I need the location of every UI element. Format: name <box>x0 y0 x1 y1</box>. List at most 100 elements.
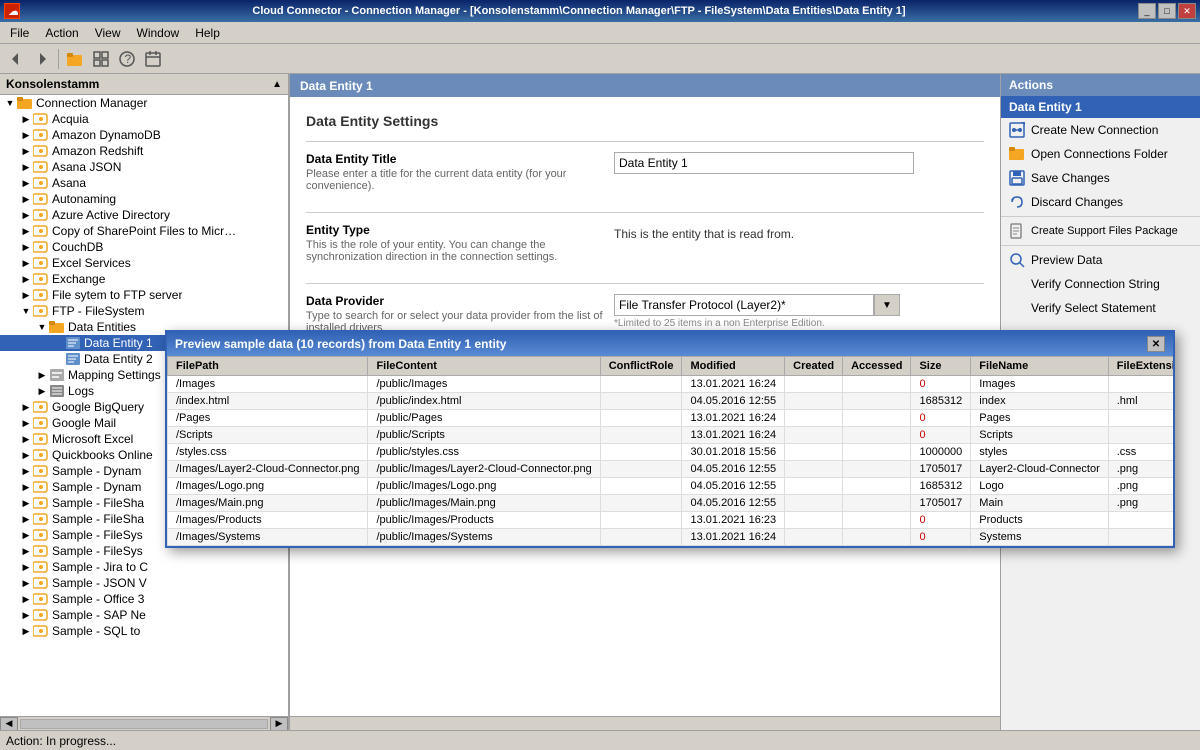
close-button[interactable]: ✕ <box>1178 3 1196 19</box>
table-cell-size: 1705017 <box>911 461 971 478</box>
tree-item-amazondynamodb[interactable]: ▶ Amazon DynamoDB <box>0 127 288 143</box>
tree-scroll-up[interactable]: ▲ <box>272 79 282 90</box>
dialog-close-button[interactable]: ✕ <box>1147 336 1165 352</box>
conn-icon <box>32 208 50 222</box>
tree-item-ftp-filesystem[interactable]: ▼ FTP - FileSystem <box>0 303 288 319</box>
menu-help[interactable]: Help <box>187 24 228 42</box>
actions-header: Actions <box>1001 74 1200 96</box>
data-provider-note: *Limited to 25 items in a non Enterprise… <box>614 318 984 329</box>
content-title: Data Entity 1 <box>300 79 373 93</box>
table-cell-modified: 13.01.2021 16:24 <box>682 427 785 444</box>
content-header: Data Entity 1 <box>290 74 1000 97</box>
divider-1 <box>306 141 984 142</box>
content-hscrollbar[interactable] <box>290 716 1000 730</box>
tree-arrow: ▶ <box>20 578 32 589</box>
tree-item-copysharepoint[interactable]: ▶ Copy of SharePoint Files to Microsoft … <box>0 223 288 239</box>
conn-icon <box>32 192 50 206</box>
menu-action[interactable]: Action <box>37 24 86 42</box>
tree-item-sample-json[interactable]: ▶ Sample - JSON V <box>0 575 288 591</box>
svg-text:+: + <box>1021 122 1025 129</box>
table-row: /Images/public/Images13.01.2021 16:240Im… <box>168 376 1174 393</box>
tree-item-acquia[interactable]: ▶ Acquia <box>0 111 288 127</box>
action-divider-2 <box>1001 245 1200 246</box>
table-cell-created <box>785 529 843 546</box>
action-verify-connection-string[interactable]: Verify Connection String <box>1001 272 1200 296</box>
action-discard-changes[interactable]: Discard Changes <box>1001 190 1200 214</box>
entity-type-hint: This is the role of your entity. You can… <box>306 239 606 263</box>
menu-window[interactable]: Window <box>129 24 188 42</box>
toolbar-folder-button[interactable] <box>63 47 87 71</box>
table-cell-accessed <box>843 461 911 478</box>
tree-item-couchdb[interactable]: ▶ CouchDB <box>0 239 288 255</box>
menu-view[interactable]: View <box>87 24 129 42</box>
data-provider-input[interactable] <box>614 294 874 316</box>
folder-icon <box>16 96 34 110</box>
action-preview-data[interactable]: Preview Data <box>1001 248 1200 272</box>
tree-item-sample-sap[interactable]: ▶ Sample - SAP Ne <box>0 607 288 623</box>
table-cell-modified: 04.05.2016 12:55 <box>682 478 785 495</box>
tree-item-azure-active-directory[interactable]: ▶ Azure Active Directory <box>0 207 288 223</box>
table-cell-fileextension: .png <box>1108 478 1173 495</box>
minimize-button[interactable]: _ <box>1138 3 1156 19</box>
tree-item-sample-office[interactable]: ▶ Sample - Office 3 <box>0 591 288 607</box>
action-create-support-files[interactable]: Create Support Files Package <box>1001 219 1200 243</box>
tree-item-exchange[interactable]: ▶ Exchange <box>0 271 288 287</box>
tree-item-sample-sql[interactable]: ▶ Sample - SQL to <box>0 623 288 639</box>
tree-item-sample-jira[interactable]: ▶ Sample - Jira to C <box>0 559 288 575</box>
hscroll-left[interactable]: ◀ <box>0 717 18 731</box>
open-folder-icon <box>1009 146 1025 162</box>
dialog-body[interactable]: FilePath FileContent ConflictRole Modifi… <box>167 356 1173 546</box>
action-open-folder-label: Open Connections Folder <box>1031 147 1168 161</box>
table-cell-filecontent: /public/Images/Products <box>368 512 600 529</box>
data-provider-input-group: ▼ *Limited to 25 items in a non Enterpri… <box>614 294 984 329</box>
tree-arrow: ▶ <box>20 498 32 509</box>
conn-icon <box>32 160 50 174</box>
table-cell-filepath: /Scripts <box>168 427 368 444</box>
hscroll-thumb[interactable] <box>20 719 268 729</box>
tree-item-amazonredshift[interactable]: ▶ Amazon Redshift <box>0 143 288 159</box>
hscroll-right[interactable]: ▶ <box>270 717 288 731</box>
toolbar-grid-button[interactable] <box>89 47 113 71</box>
col-created: Created <box>785 357 843 376</box>
tree-item-asanajson[interactable]: ▶ Asana JSON <box>0 159 288 175</box>
entity-title-input[interactable] <box>614 152 914 174</box>
table-cell-created <box>785 512 843 529</box>
tree-item-excel-services[interactable]: ▶ Excel Services <box>0 255 288 271</box>
tree-arrow: ▶ <box>20 402 32 413</box>
window-controls[interactable]: _ □ ✕ <box>1138 3 1196 19</box>
action-save-changes[interactable]: Save Changes <box>1001 166 1200 190</box>
toolbar-forward-button[interactable] <box>30 47 54 71</box>
action-discard-label: Discard Changes <box>1031 195 1123 209</box>
action-verify-select-statement[interactable]: Verify Select Statement <box>1001 296 1200 320</box>
table-cell-created <box>785 427 843 444</box>
toolbar-help-button[interactable]: ? <box>115 47 139 71</box>
table-cell-filecontent: /public/Images/Logo.png <box>368 478 600 495</box>
tree-hscrollbar[interactable]: ◀ ▶ <box>0 716 288 730</box>
tree-arrow: ▶ <box>20 178 32 189</box>
table-cell-modified: 04.05.2016 12:55 <box>682 495 785 512</box>
toolbar-calendar-button[interactable] <box>141 47 165 71</box>
tree-arrow: ▶ <box>20 242 32 253</box>
tree-item-autonaming[interactable]: ▶ Autonaming <box>0 191 288 207</box>
table-cell-modified: 13.01.2021 16:24 <box>682 410 785 427</box>
toolbar-separator-1 <box>58 49 59 69</box>
tree-item-asana[interactable]: ▶ Asana <box>0 175 288 191</box>
data-provider-dropdown-button[interactable]: ▼ <box>874 294 900 316</box>
table-cell-size: 0 <box>911 529 971 546</box>
tree-item-connection-manager[interactable]: ▼ Connection Manager <box>0 95 288 111</box>
tree-arrow: ▶ <box>20 546 32 557</box>
action-create-new-connection[interactable]: + Create New Connection <box>1001 118 1200 142</box>
menu-file[interactable]: File <box>2 24 37 42</box>
maximize-button[interactable]: □ <box>1158 3 1176 19</box>
action-open-connections-folder[interactable]: Open Connections Folder <box>1001 142 1200 166</box>
table-cell-accessed <box>843 444 911 461</box>
toolbar-back-button[interactable] <box>4 47 28 71</box>
table-cell-size: 1685312 <box>911 478 971 495</box>
tree-item-filesystem-ftp[interactable]: ▶ File sytem to FTP server <box>0 287 288 303</box>
entity-type-label: Entity Type <box>306 223 606 237</box>
conn-icon <box>32 448 50 462</box>
tree-arrow: ▶ <box>20 146 32 157</box>
table-row: /Images/Logo.png/public/Images/Logo.png0… <box>168 478 1174 495</box>
table-cell-filepath: /Images/Products <box>168 512 368 529</box>
table-cell-size: 1685312 <box>911 393 971 410</box>
